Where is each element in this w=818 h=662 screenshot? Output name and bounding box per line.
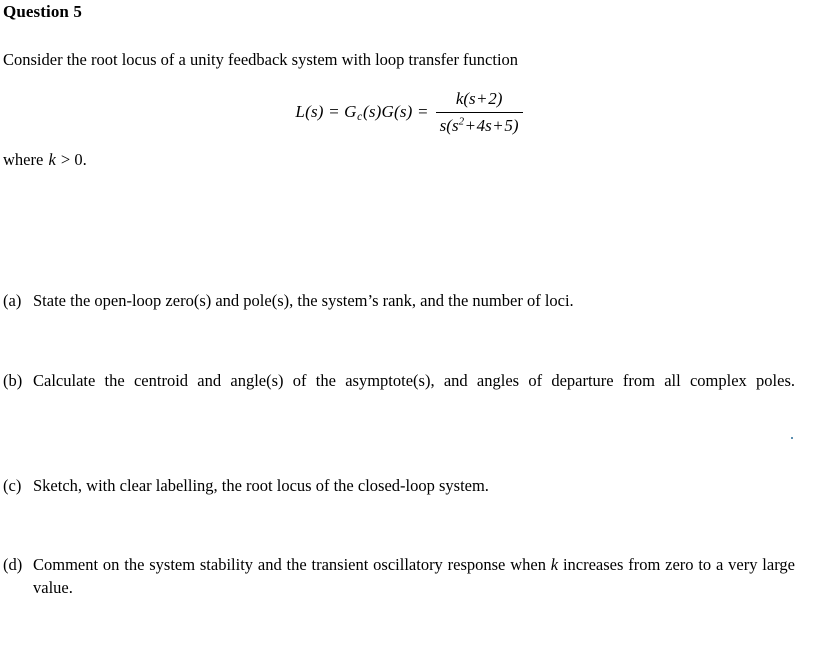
scan-artifact-speck [791, 437, 793, 439]
item-marker-b: (b) [3, 371, 23, 390]
numerator-operator: + [477, 89, 487, 108]
question-item-a: (a) State the open-loop zero(s) and pole… [3, 289, 795, 312]
item-text-c: Sketch, with clear labelling, the root l… [33, 476, 489, 495]
item-text-a: State the open-loop zero(s) and pole(s),… [33, 291, 574, 310]
equation-lhs-main: L(s) = G [295, 102, 357, 122]
item-marker-a: (a) [3, 291, 22, 310]
item-marker-d: (d) [3, 555, 23, 574]
denominator-start: s(s [439, 116, 459, 136]
equation-fraction: k(s+2) s(s2+4s+5) [435, 88, 523, 137]
where-condition: where k > 0. [3, 150, 87, 170]
numerator-post: 2) [488, 89, 503, 108]
equation-inner: L(s) = Gc(s)G(s) = k(s+2) s(s2+4s+5) [295, 88, 523, 137]
item-marker-c: (c) [3, 476, 22, 495]
document-page: Question 5 Consider the root locus of a … [0, 0, 818, 662]
intro-paragraph: Consider the root locus of a unity feedb… [3, 50, 519, 69]
question-item-b: (b) Calculate the centroid and angle(s) … [3, 369, 795, 415]
item-d-text-before: Comment on the system stability and the … [33, 555, 551, 574]
where-prefix: where [3, 150, 48, 169]
equation-left-hand-side: L(s) = Gc(s)G(s) = [295, 102, 435, 123]
equation-lhs-rest: (s)G(s) = [362, 102, 429, 122]
item-text-d: Comment on the system stability and the … [33, 553, 795, 622]
where-suffix: > 0. [56, 150, 87, 169]
equation-denominator: s(s2+4s+5) [436, 113, 523, 137]
question-item-d: (d) Comment on the system stability and … [3, 553, 795, 622]
numerator-pre: k(s [455, 89, 476, 108]
denominator-operator-1: + [465, 116, 476, 136]
where-variable-k: k [48, 150, 56, 169]
equation-numerator: k(s+2) [452, 88, 507, 112]
item-d-variable-k: k [550, 555, 559, 574]
denominator-operator-2: + [493, 116, 503, 136]
item-text-b: Calculate the centroid and angle(s) of t… [33, 371, 795, 390]
question-item-c: (c) Sketch, with clear labelling, the ro… [3, 474, 795, 497]
denominator-end: 5) [504, 116, 519, 136]
denominator-middle: 4s [476, 116, 492, 136]
page-title: Question 5 [3, 2, 82, 21]
loop-transfer-function-equation: L(s) = Gc(s)G(s) = k(s+2) s(s2+4s+5) [0, 88, 818, 137]
